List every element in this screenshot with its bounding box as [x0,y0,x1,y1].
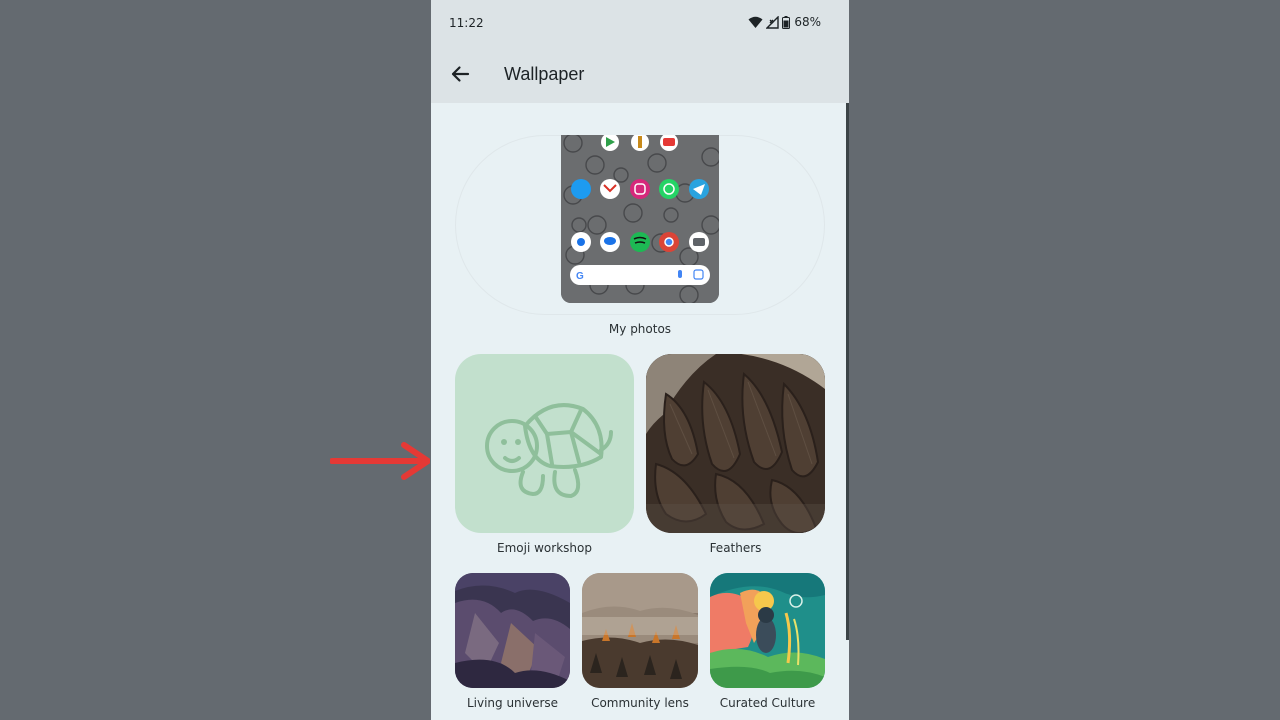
page-title: Wallpaper [504,64,585,84]
living-universe-label: Living universe [466,696,559,710]
curated-culture-image [710,573,825,688]
feathers-label: Feathers [709,541,762,555]
svg-text:G: G [576,271,584,282]
turtle-icon [485,403,613,498]
feathers-tile[interactable] [646,354,825,533]
home-screen-thumbnail: G [561,135,719,303]
back-button[interactable] [445,59,475,89]
signal-icon [766,15,780,29]
status-bar: 11:22 68% [431,0,849,45]
app-bar: Wallpaper [431,45,849,103]
curated-culture-tile[interactable] [710,573,825,688]
scrollbar[interactable] [846,103,849,640]
community-lens-image [582,573,698,688]
my-photos-label: My photos [608,322,672,336]
wifi-icon [748,16,763,28]
feathers-image [646,354,825,533]
community-lens-label: Community lens [591,696,689,710]
community-lens-tile[interactable] [582,573,698,688]
curated-culture-label: Curated Culture [719,696,816,710]
emoji-workshop-label: Emoji workshop [497,541,592,555]
phone-screen: 11:22 68% Wallpaper G My photos Emoji wo… [431,0,849,720]
living-universe-image [455,573,570,688]
status-icons: 68% [748,15,821,29]
home-screen-preview[interactable]: G [561,135,719,303]
pointer-arrow-icon [330,442,430,480]
emoji-workshop-tile[interactable] [455,354,634,533]
battery-icon [782,15,791,29]
status-time: 11:22 [449,16,484,30]
battery-percent: 68% [794,15,821,29]
living-universe-tile[interactable] [455,573,570,688]
back-arrow-icon [451,66,470,82]
